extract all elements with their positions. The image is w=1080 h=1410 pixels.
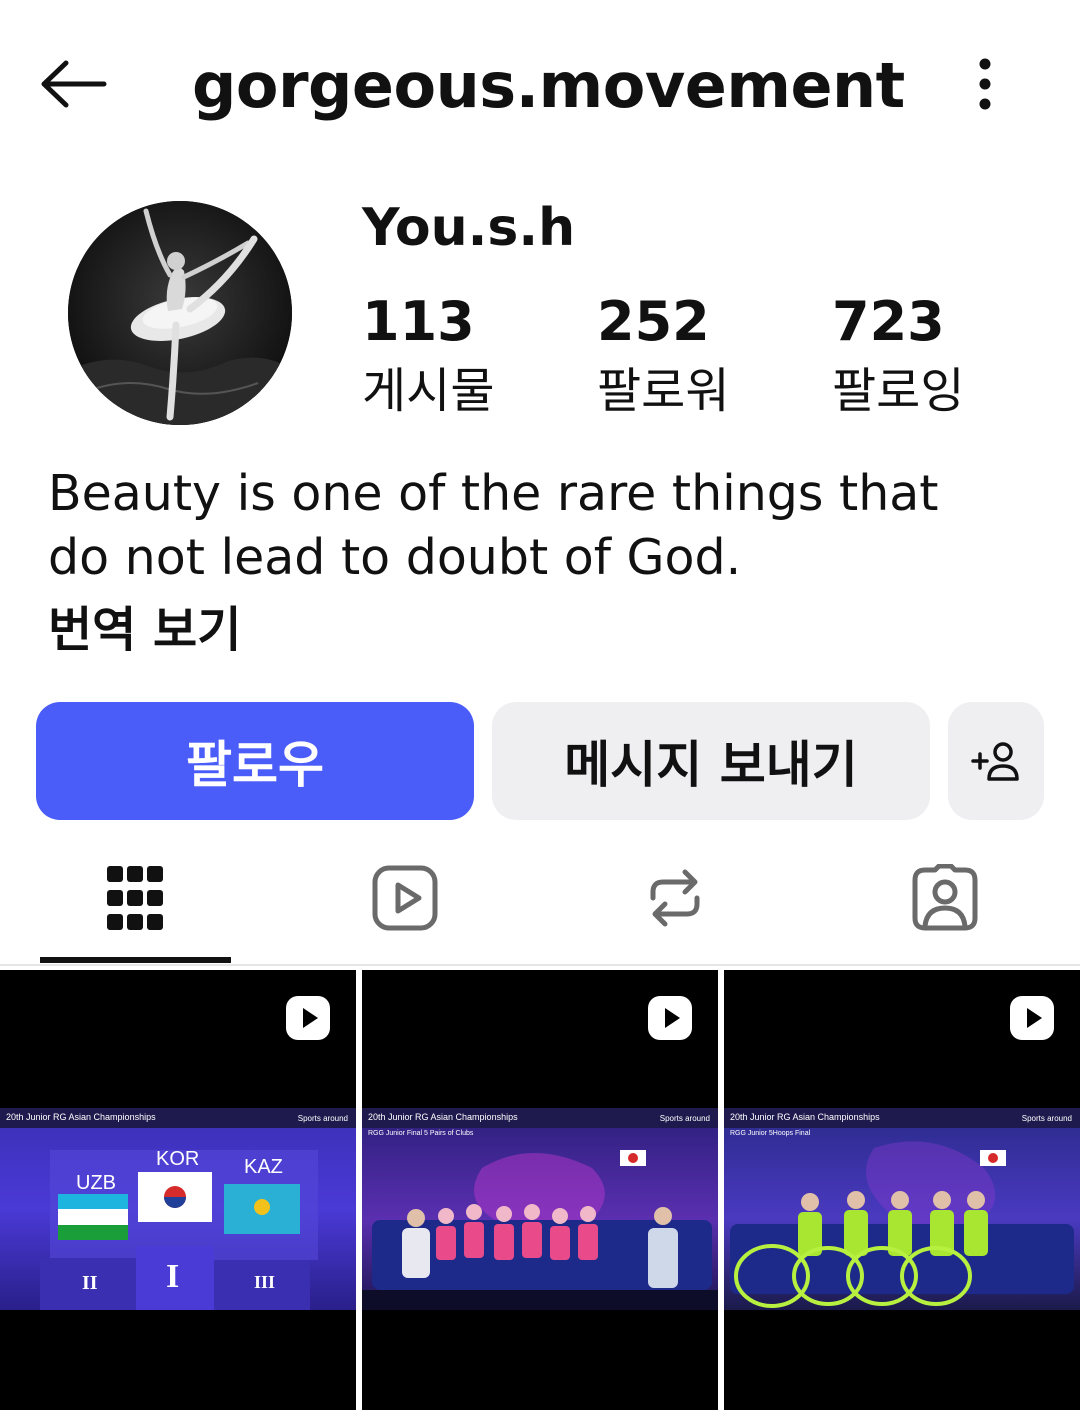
bio: Beauty is one of the rare things that do…	[48, 462, 1048, 590]
kiss-and-cry-scene	[362, 1150, 718, 1310]
country-label: KOR	[156, 1148, 200, 1170]
repost-icon	[650, 869, 700, 927]
hoops-team-scene	[730, 1141, 1074, 1308]
post-thumbnail[interactable]: 20th Junior RG Asian Championships RGG J…	[724, 970, 1080, 1410]
message-button[interactable]: 메시지 보내기	[492, 702, 930, 820]
post-thumbnail[interactable]: 20th Junior RG Asian Championships RGG J…	[362, 970, 718, 1410]
reel-icon	[286, 996, 330, 1040]
tab-reposts[interactable]	[595, 848, 755, 948]
stat-followers-count: 252	[597, 290, 710, 353]
video-frame: 20th Junior RG Asian Championships Sport…	[0, 1108, 356, 1310]
bio-line: do not lead to doubt of God.	[48, 529, 742, 586]
grid-icon	[107, 866, 163, 930]
country-label: UZB	[76, 1172, 116, 1194]
stat-following-count: 723	[832, 290, 945, 353]
reels-icon	[372, 865, 438, 931]
tagged-person-icon	[912, 864, 978, 931]
avatar[interactable]	[68, 201, 292, 425]
tab-reels[interactable]	[325, 848, 485, 948]
profile-tabs	[0, 840, 1080, 966]
back-button[interactable]	[34, 52, 110, 116]
video-frame: 20th Junior RG Asian Championships RGG J…	[362, 1108, 718, 1310]
reel-icon	[648, 996, 692, 1040]
arrow-left-icon	[41, 60, 107, 108]
podium-rank: III	[254, 1272, 276, 1292]
suggested-accounts-button[interactable]	[948, 702, 1044, 820]
podium-rank: II	[82, 1272, 98, 1294]
add-person-icon	[971, 742, 1019, 781]
stat-followers[interactable]: 252 팔로워	[597, 290, 797, 424]
see-translation-link[interactable]: 번역 보기	[48, 600, 241, 660]
ballerina-photo	[68, 201, 292, 425]
stat-posts[interactable]: 113 게시물	[362, 290, 562, 424]
display-name: You.s.h	[362, 198, 576, 258]
more-options-button[interactable]	[960, 52, 1010, 116]
stat-posts-count: 113	[362, 290, 475, 353]
follow-button[interactable]: 팔로우	[36, 702, 474, 820]
post-thumbnail[interactable]: 20th Junior RG Asian Championships Sport…	[0, 970, 356, 1410]
vertical-dots-icon	[979, 58, 991, 110]
profile-username: gorgeous.movement	[192, 49, 905, 122]
top-bar: gorgeous.movement	[0, 0, 1080, 170]
post-grid: 20th Junior RG Asian Championships Sport…	[0, 970, 1080, 1410]
bio-line: Beauty is one of the rare things that	[48, 465, 939, 522]
stat-following-label: 팔로잉	[832, 363, 965, 419]
stat-posts-label: 게시물	[362, 363, 495, 419]
tab-tagged[interactable]	[865, 848, 1025, 948]
tab-grid[interactable]	[55, 848, 215, 948]
stat-following[interactable]: 723 팔로잉	[832, 290, 1032, 424]
divider	[0, 964, 1080, 966]
podium-rank: I	[166, 1258, 180, 1295]
active-tab-indicator	[40, 957, 231, 963]
video-frame: 20th Junior RG Asian Championships RGG J…	[724, 1108, 1080, 1310]
country-label: KAZ	[244, 1156, 283, 1178]
reel-icon	[1010, 996, 1054, 1040]
stat-followers-label: 팔로워	[597, 363, 730, 419]
